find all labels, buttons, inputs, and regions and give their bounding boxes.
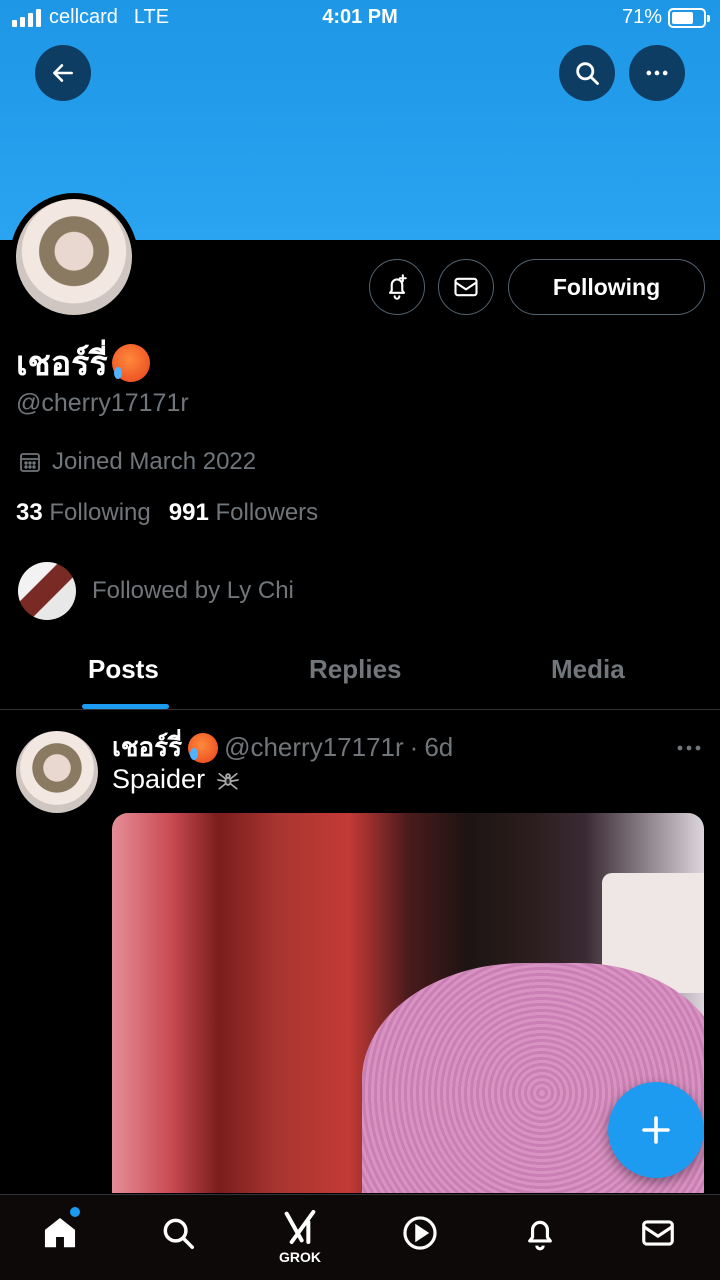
plus-icon bbox=[642, 1116, 670, 1144]
follow-counts: 33 Following 991 Followers bbox=[16, 499, 318, 527]
calendar-icon bbox=[20, 453, 40, 472]
tab-media[interactable]: Media bbox=[551, 654, 625, 685]
post-separator: · bbox=[409, 732, 419, 762]
hot-face-emoji-icon bbox=[111, 344, 150, 382]
mail-icon bbox=[454, 277, 478, 297]
nav-grok[interactable]: GROK bbox=[279, 1207, 321, 1265]
following-count-link[interactable]: 33 Following bbox=[16, 499, 151, 527]
bell-plus-icon bbox=[388, 274, 407, 300]
post-more-button[interactable] bbox=[676, 740, 702, 758]
message-button[interactable] bbox=[438, 259, 494, 315]
back-button[interactable] bbox=[35, 45, 91, 101]
mail-icon bbox=[642, 1220, 674, 1246]
display-name: เชอร์รี่ bbox=[16, 336, 150, 390]
active-tab-indicator bbox=[82, 704, 169, 709]
followers-count-link[interactable]: 991 Followers bbox=[169, 499, 318, 527]
home-notification-dot bbox=[70, 1207, 80, 1217]
joined-date: Joined March 2022 bbox=[18, 448, 256, 476]
nav-messages[interactable] bbox=[638, 1213, 678, 1253]
bottom-navigation: GROK bbox=[0, 1194, 720, 1280]
compose-button[interactable] bbox=[608, 1082, 704, 1178]
profile-handle: @cherry17171r bbox=[16, 389, 189, 417]
followers-count: 991 bbox=[168, 499, 209, 526]
notifications-button[interactable] bbox=[369, 259, 425, 315]
search-icon bbox=[576, 62, 599, 85]
post-handle[interactable]: @cherry17171r bbox=[224, 732, 404, 763]
joined-text: Joined March 2022 bbox=[52, 448, 257, 475]
arrow-left-icon bbox=[53, 64, 73, 82]
bell-icon bbox=[528, 1220, 552, 1251]
follower-avatar bbox=[18, 562, 76, 620]
followed-by[interactable]: Followed by Ly Chi bbox=[18, 562, 294, 620]
following-count: 33 bbox=[16, 499, 43, 526]
status-bar: cellcard LTE 4:01 PM 71% bbox=[0, 0, 720, 36]
home-icon bbox=[44, 1217, 76, 1248]
post-time[interactable]: 6d bbox=[424, 732, 453, 763]
post-text: Spaider bbox=[112, 764, 243, 795]
nav-notifications[interactable] bbox=[520, 1213, 560, 1253]
play-icon bbox=[403, 1216, 437, 1250]
post-author-name[interactable]: เชอร์รี่ bbox=[112, 727, 182, 768]
spider-icon bbox=[217, 772, 239, 790]
tab-replies[interactable]: Replies bbox=[309, 654, 402, 685]
avatar-image bbox=[16, 199, 132, 315]
nav-video[interactable] bbox=[400, 1213, 440, 1253]
hot-face-emoji-icon bbox=[188, 732, 219, 763]
more-horizontal-icon bbox=[646, 70, 668, 76]
followed-by-text: Followed by Ly Chi bbox=[92, 577, 294, 604]
nav-search[interactable] bbox=[158, 1213, 198, 1253]
more-horizontal-icon bbox=[677, 745, 701, 751]
profile-tabs: Posts Replies Media bbox=[0, 634, 720, 710]
clock: 4:01 PM bbox=[322, 6, 398, 28]
post-header: เชอร์รี่ @cherry17171r · 6d bbox=[112, 727, 453, 768]
more-button[interactable] bbox=[629, 45, 685, 101]
status-right: 71% bbox=[621, 6, 710, 29]
grok-icon bbox=[284, 1210, 316, 1244]
battery-icon bbox=[668, 7, 710, 28]
post-text-content: Spaider bbox=[112, 764, 206, 794]
following-button[interactable]: Following bbox=[508, 259, 705, 315]
search-icon bbox=[163, 1218, 194, 1249]
search-button[interactable] bbox=[559, 45, 615, 101]
following-label: Following bbox=[49, 499, 151, 526]
nav-home[interactable] bbox=[40, 1213, 80, 1253]
post-avatar[interactable] bbox=[16, 731, 98, 813]
battery-percent: 71% bbox=[621, 6, 662, 28]
followers-label: Followers bbox=[215, 499, 319, 526]
display-name-text: เชอร์รี่ bbox=[16, 345, 108, 383]
tab-posts[interactable]: Posts bbox=[88, 654, 159, 685]
grok-label: GROK bbox=[279, 1249, 321, 1265]
profile-avatar[interactable] bbox=[10, 193, 138, 321]
